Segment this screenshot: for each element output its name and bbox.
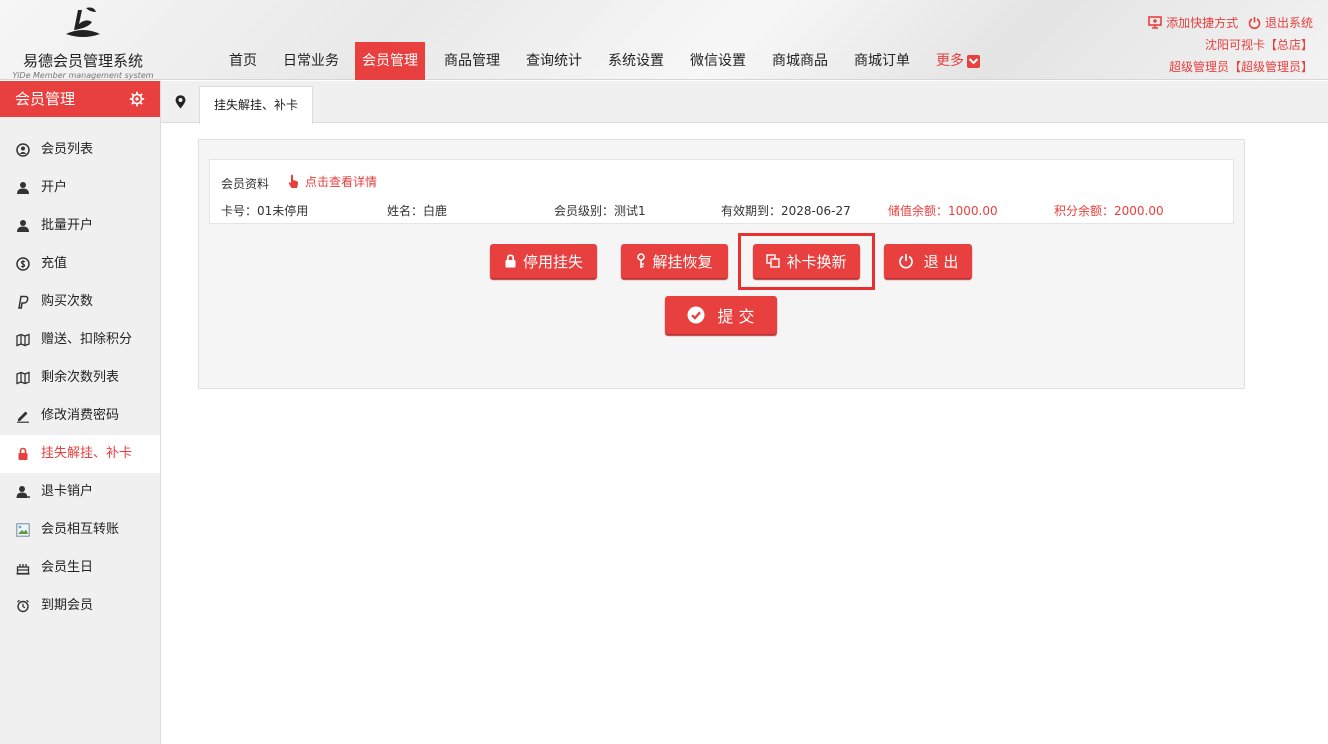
sidebar-item-expiring[interactable]: 到期会员: [0, 587, 160, 625]
sidebar-item-member-list[interactable]: 会员列表: [0, 131, 160, 169]
nav-query-stats[interactable]: 查询统计: [519, 42, 589, 80]
user-panel: 添加快捷方式 退出系统 沈阳可视卡【总店】 超级管理员【超级管理员】: [1142, 12, 1313, 78]
points-balance: 积分余额：2000.00: [1054, 204, 1164, 218]
sidebar-item-recharge[interactable]: 充值: [0, 245, 160, 283]
logout-link[interactable]: 退出系统: [1248, 16, 1313, 30]
location-pin-icon: [175, 95, 186, 109]
nav-more[interactable]: 更多: [929, 42, 987, 80]
sidebar-item-remaining-times[interactable]: 剩余次数列表: [0, 359, 160, 397]
nav-more-label: 更多: [936, 53, 964, 69]
user-minus-icon: [16, 486, 30, 498]
brand-logo[interactable]: 易德会员管理系统 YiDe Member management system: [8, 4, 158, 80]
top-header: 易德会员管理系统 YiDe Member management system 首…: [0, 0, 1328, 80]
current-user[interactable]: 超级管理员【超级管理员】: [1142, 56, 1313, 78]
sidebar-item-change-password[interactable]: 修改消费密码: [0, 397, 160, 435]
sidebar-item-transfer[interactable]: 会员相互转账: [0, 511, 160, 549]
exit-label: 退 出: [923, 252, 959, 271]
sidebar-item-label: 开户: [41, 180, 68, 195]
member-info-box: 会员资料 点击查看详情 卡号：01未停用 姓名：白鹿 会员级别：测试1 有效期到…: [209, 159, 1234, 224]
user-icon: [17, 182, 29, 194]
card-number: 卡号：01未停用: [221, 204, 309, 218]
lock-icon: [505, 254, 516, 268]
tab-bar: 挂失解挂、补卡: [161, 81, 1328, 124]
member-info-title: 会员资料: [221, 177, 270, 191]
nav-daily-business[interactable]: 日常业务: [276, 42, 346, 80]
sidebar-item-batch-open[interactable]: 批量开户: [0, 207, 160, 245]
sidebar-item-label: 赠送、扣除积分: [41, 332, 133, 347]
check-circle-icon: [687, 306, 705, 324]
map-icon: [16, 371, 30, 385]
power-icon: [1248, 17, 1261, 29]
sidebar-item-label: 修改消费密码: [41, 408, 120, 423]
paypal-icon: [18, 295, 29, 309]
brand-subtitle: YiDe Member management system: [12, 71, 154, 80]
user-icon: [17, 220, 29, 232]
key-icon: [637, 253, 646, 268]
nav-mall-products[interactable]: 商城商品: [765, 42, 835, 80]
nav-wechat-settings[interactable]: 微信设置: [683, 42, 753, 80]
stored-balance: 储值余额：1000.00: [888, 204, 998, 218]
sidebar-item-cancel-card[interactable]: 退卡销户: [0, 473, 160, 511]
sidebar-item-label: 退卡销户: [41, 484, 94, 499]
logo-mark-icon: [66, 7, 100, 37]
sidebar-item-label: 批量开户: [41, 218, 94, 233]
expiry-date: 有效期到：2028-06-27: [721, 204, 851, 218]
submit-label: 提 交: [717, 307, 755, 326]
sidebar-item-buy-times[interactable]: 购买次数: [0, 283, 160, 321]
suspend-loss-button[interactable]: 停用挂失: [490, 244, 597, 278]
sidebar-item-loss-report[interactable]: 挂失解挂、补卡: [0, 435, 160, 473]
sidebar-title: 会员管理: [15, 90, 76, 108]
brand-title: 易德会员管理系统: [22, 52, 143, 70]
nav-product-management[interactable]: 商品管理: [437, 42, 507, 80]
sidebar-item-birthday[interactable]: 会员生日: [0, 549, 160, 587]
main-nav: 首页 日常业务 会员管理 商品管理 查询统计 系统设置 微信设置 商城商品 商城…: [222, 42, 999, 80]
highlight-frame: [738, 233, 875, 290]
map-icon: [16, 333, 30, 347]
coin-icon: [16, 257, 30, 271]
submit-button[interactable]: 提 交: [665, 296, 777, 334]
sidebar-item-label: 充值: [41, 256, 68, 271]
view-details-link[interactable]: 点击查看详情: [288, 173, 377, 190]
pencil-icon: [17, 411, 29, 423]
suspend-loss-label: 停用挂失: [522, 252, 583, 271]
chevron-down-icon: [967, 54, 980, 68]
sidebar-item-label: 到期会员: [41, 598, 94, 613]
nav-member-management[interactable]: 会员管理: [355, 42, 425, 80]
sidebar-item-label: 购买次数: [41, 294, 94, 309]
restore-card-button[interactable]: 解挂恢复: [621, 244, 728, 278]
exit-button[interactable]: 退 出: [884, 244, 972, 278]
hand-pointer-icon: [288, 174, 299, 188]
view-details-label: 点击查看详情: [305, 175, 378, 189]
gear-icon[interactable]: [129, 91, 145, 107]
add-shortcut-link[interactable]: 添加快捷方式: [1148, 16, 1242, 30]
user-circle-icon: [16, 143, 30, 157]
sidebar: 会员管理 会员列表 开户 批量开户 充值 购买次数 赠送、扣除积分 剩余次数列表…: [0, 81, 161, 744]
member-name: 姓名：白鹿: [387, 204, 448, 218]
restore-card-label: 解挂恢复: [652, 252, 713, 271]
alarm-icon: [17, 599, 29, 613]
store-name[interactable]: 沈阳可视卡【总店】: [1142, 34, 1313, 56]
tab-loss-report[interactable]: 挂失解挂、补卡: [199, 86, 314, 124]
logout-label: 退出系统: [1264, 16, 1313, 30]
sidebar-header: 会员管理: [0, 81, 160, 117]
sidebar-item-label: 会员生日: [41, 560, 94, 575]
power-icon: [898, 254, 913, 269]
lock-icon: [18, 447, 28, 460]
cake-icon: [16, 564, 30, 575]
sidebar-item-label: 会员列表: [41, 142, 94, 157]
sidebar-item-open-account[interactable]: 开户: [0, 169, 160, 207]
nav-system-settings[interactable]: 系统设置: [601, 42, 671, 80]
member-level: 会员级别：测试1: [554, 204, 646, 218]
sidebar-item-label: 剩余次数列表: [41, 370, 120, 385]
sidebar-item-label: 会员相互转账: [41, 522, 120, 537]
add-shortcut-label: 添加快捷方式: [1166, 16, 1239, 30]
nav-mall-orders[interactable]: 商城订单: [847, 42, 917, 80]
nav-home[interactable]: 首页: [222, 42, 264, 80]
monitor-icon: [1148, 16, 1162, 29]
image-icon: [16, 523, 30, 537]
sidebar-item-points[interactable]: 赠送、扣除积分: [0, 321, 160, 359]
sidebar-item-label: 挂失解挂、补卡: [41, 446, 133, 461]
